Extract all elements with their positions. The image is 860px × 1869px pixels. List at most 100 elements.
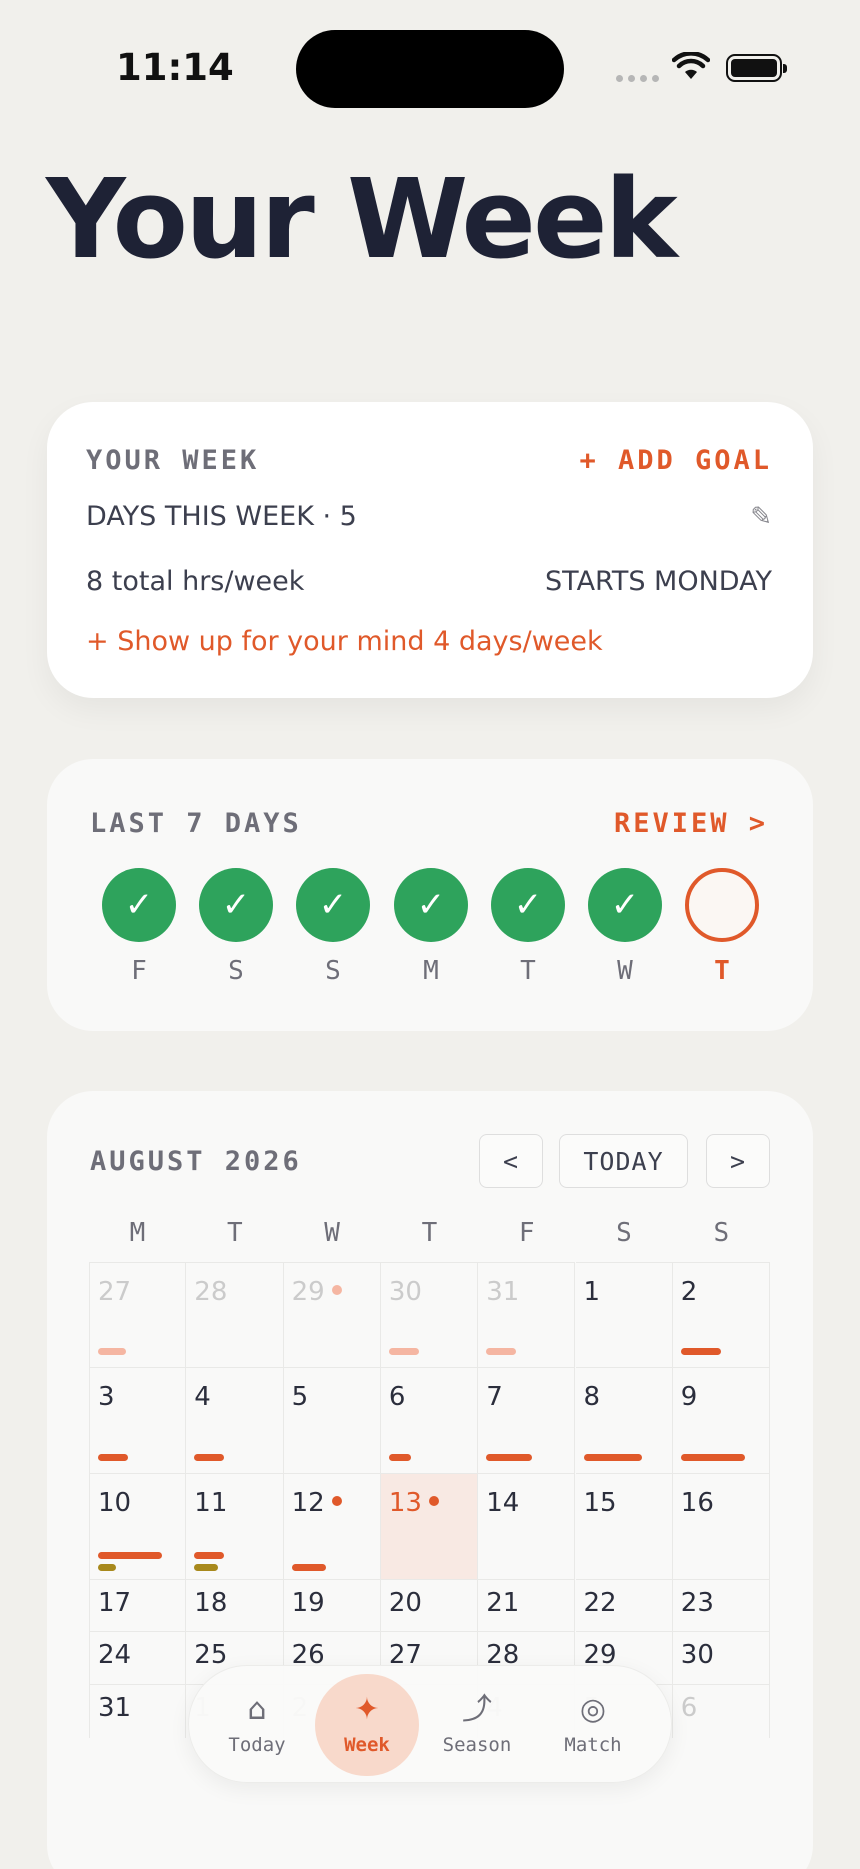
tab-today[interactable]: ⌂ Today (205, 1674, 309, 1776)
calendar-day[interactable]: 20 (380, 1579, 479, 1631)
day-number-text: 20 (388, 1588, 422, 1618)
calendar-day[interactable]: 4 (186, 1367, 284, 1473)
suggested-goal-link[interactable]: + Show up for your mind 4 days/week (86, 626, 603, 657)
tab-match[interactable]: ◎ Match (541, 1674, 645, 1776)
day-status-item[interactable]: ✓ M (394, 868, 468, 986)
calendar-day[interactable]: 8 (575, 1367, 673, 1473)
starts-day-label: STARTS MONDAY (545, 566, 772, 597)
tab-week[interactable]: ✦ Week (315, 1674, 419, 1776)
activity-bar (98, 1348, 126, 1355)
day-number-text: 4 (194, 1382, 211, 1412)
calendar-day[interactable]: 23 (672, 1579, 771, 1631)
event-dot (331, 1495, 342, 1506)
calendar-day[interactable]: 31 (478, 1262, 576, 1367)
calendar-day[interactable]: 31 (89, 1684, 187, 1738)
calendar-day[interactable]: 30 (380, 1262, 479, 1367)
sparkle-icon: ✦ (354, 1692, 380, 1727)
calendar-day[interactable]: 10 (89, 1473, 187, 1579)
review-link[interactable]: REVIEW > (614, 808, 768, 839)
tab-label: Season (442, 1734, 512, 1756)
day-number-text: 6 (388, 1382, 406, 1412)
day-number: 18 (194, 1588, 227, 1618)
day-number-text: 31 (98, 1693, 132, 1723)
tab-label: Match (564, 1734, 622, 1756)
calendar-day[interactable]: 28 (186, 1262, 284, 1367)
day-status-item[interactable]: ✓ W (588, 868, 662, 986)
calendar-day[interactable]: 11 (186, 1473, 284, 1579)
day-number: 7 (486, 1382, 503, 1412)
day-number: 30 (681, 1640, 714, 1670)
day-number-text: 5 (291, 1382, 309, 1412)
day-number: 5 (292, 1382, 309, 1412)
calendar-day[interactable]: 3 (89, 1367, 187, 1473)
day-number: 6 (681, 1693, 698, 1723)
battery-icon (726, 54, 787, 82)
weekday-label: S (616, 1218, 632, 1248)
tab-label: Today (228, 1734, 286, 1756)
edit-pencil-icon[interactable]: ✎ (750, 502, 772, 532)
day-number: 28 (194, 1277, 227, 1307)
add-goal-button[interactable]: + ADD GOAL (579, 445, 772, 476)
day-number-text: 28 (194, 1277, 228, 1307)
day-label: S (325, 956, 341, 986)
status-time: 11:14 (116, 46, 234, 89)
calendar-day[interactable]: 7 (478, 1367, 576, 1473)
calendar-day[interactable]: 17 (89, 1579, 187, 1631)
calendar-day[interactable]: 6 (672, 1684, 771, 1738)
today-button[interactable]: TODAY (559, 1134, 688, 1188)
day-number-text: 19 (291, 1588, 325, 1618)
calendar-day[interactable]: 22 (575, 1579, 673, 1631)
calendar-day[interactable]: 2 (672, 1262, 771, 1367)
calendar-day[interactable]: 27 (89, 1262, 187, 1367)
activity-bar (486, 1454, 533, 1461)
calendar-day[interactable]: 16 (672, 1473, 771, 1579)
weekday-label: F (518, 1218, 535, 1248)
calendar-day[interactable]: 6 (380, 1367, 479, 1473)
day-number-text: 15 (583, 1488, 617, 1518)
calendar-day[interactable]: 9 (672, 1367, 771, 1473)
next-month-button[interactable]: > (706, 1134, 770, 1188)
tab-season[interactable]: ⤴ Season (425, 1674, 529, 1776)
calendar-day[interactable]: 30 (672, 1631, 771, 1684)
calendar-day[interactable]: 19 (283, 1579, 381, 1631)
prev-month-button[interactable]: < (479, 1134, 543, 1188)
event-dot (331, 1284, 342, 1295)
calendar-day-today[interactable]: 13 (380, 1473, 479, 1579)
day-number-text: 8 (583, 1382, 601, 1412)
day-status-item[interactable]: ✓ S (296, 868, 370, 986)
calendar-day[interactable]: 5 (283, 1367, 381, 1473)
calendar-day[interactable]: 12 (283, 1473, 381, 1579)
day-number-text: 2 (680, 1277, 698, 1307)
day-label: S (228, 956, 244, 986)
day-status-item[interactable]: ✓ F (102, 868, 176, 986)
calendar-day[interactable]: 18 (186, 1579, 284, 1631)
check-icon: ✓ (199, 868, 273, 942)
calendar-day[interactable]: 1 (575, 1262, 673, 1367)
day-status-item[interactable]: ✓ S (199, 868, 273, 986)
day-status-item[interactable]: T (685, 868, 759, 986)
day-number-text: 12 (291, 1488, 325, 1518)
day-label: T (520, 956, 536, 986)
day-number: 22 (584, 1588, 617, 1618)
calendar-day[interactable]: 14 (478, 1473, 576, 1579)
day-number: 16 (681, 1488, 714, 1518)
calendar-day[interactable]: 29 (283, 1262, 381, 1367)
day-number: 31 (98, 1693, 131, 1723)
weekday-label: W (324, 1218, 340, 1248)
calendar-day[interactable]: 15 (575, 1473, 673, 1579)
path-arrow-icon: ⤴ (462, 1692, 492, 1727)
activity-bar (98, 1552, 162, 1559)
calendar-day[interactable]: 21 (478, 1579, 576, 1631)
day-status-item[interactable]: ✓ T (491, 868, 565, 986)
day-number: 1 (584, 1277, 601, 1307)
day-label: T (714, 956, 730, 986)
day-number: 25 (194, 1640, 227, 1670)
day-number: 2 (681, 1277, 698, 1307)
day-number-text: 23 (680, 1588, 714, 1618)
day-number-text: 29 (291, 1277, 325, 1307)
day-number-text: 21 (486, 1588, 520, 1618)
day-number: 24 (98, 1640, 131, 1670)
calendar-day[interactable]: 24 (89, 1631, 187, 1684)
day-number: 10 (98, 1488, 131, 1518)
calendar-month: AUGUST 2026 (90, 1146, 302, 1177)
